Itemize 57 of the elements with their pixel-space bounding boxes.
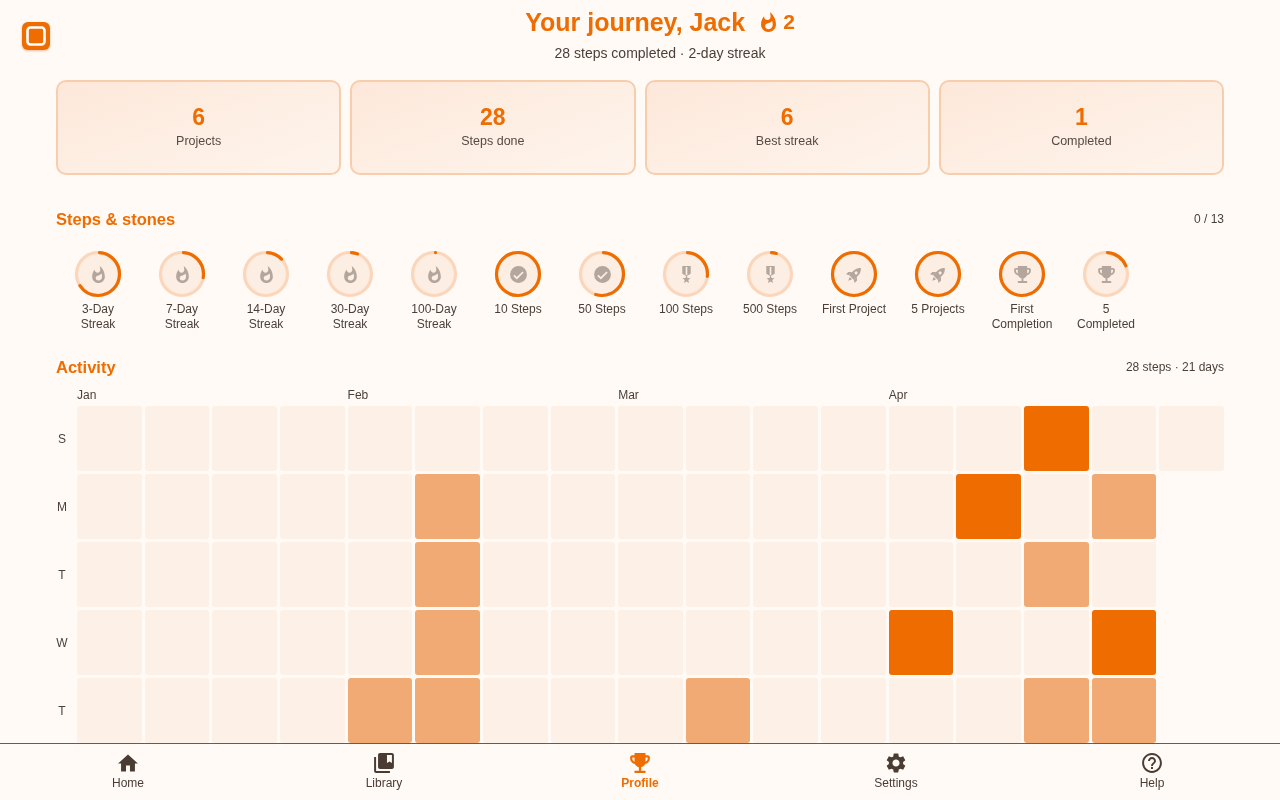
stat-label: Best streak: [755, 133, 819, 149]
weekday-label: T: [58, 702, 66, 719]
flame-icon: [341, 265, 359, 283]
achievement-count: 0 / 13: [1193, 211, 1224, 227]
flame-icon: [761, 12, 777, 32]
section-title: Steps & stones: [56, 209, 176, 229]
nav-tab[interactable]: Help: [1107, 744, 1197, 800]
stat-value: 6: [780, 104, 794, 130]
badge-label: 5 Completed: [1076, 302, 1136, 332]
nav-tab[interactable]: Library: [339, 744, 429, 800]
stat-value: 6: [192, 104, 205, 130]
badge-label: First Project: [822, 302, 886, 317]
flame-icon: [425, 265, 443, 283]
stat-value: 28: [480, 104, 506, 130]
stat-value: 1: [1074, 104, 1088, 130]
stat-label: Steps done: [461, 133, 525, 149]
badge-label: 14-Day Streak: [245, 302, 287, 332]
badge-label: 30-Day Streak: [329, 302, 371, 332]
badge-label: 100 Steps: [658, 302, 713, 317]
month-label: Apr: [888, 387, 908, 403]
flame-icon: [173, 265, 191, 283]
stat-label: Projects: [176, 133, 222, 149]
section-title: Activity: [56, 357, 116, 377]
trophy-icon: [1013, 265, 1031, 283]
badge-label: 100-Day Streak: [410, 302, 458, 332]
page-title: Your journey, Jack: [525, 7, 746, 38]
home-icon: [118, 753, 138, 773]
flame-icon: [257, 265, 275, 283]
nav-tab[interactable]: Settings: [851, 744, 941, 800]
page-subtitle: 28 steps completed · 2-day streak: [554, 44, 766, 63]
badge-label: First Completion: [990, 302, 1054, 332]
badge-label: 10 Steps: [494, 302, 542, 317]
weekday-label: S: [58, 430, 66, 447]
settings-icon: [886, 753, 906, 773]
rocket-icon: [845, 265, 863, 283]
weekday-label: T: [58, 566, 66, 583]
stat-label: Completed: [1051, 133, 1112, 149]
badge-label: 5 Projects: [911, 302, 965, 317]
trophy-icon: [1097, 265, 1115, 283]
badge-label: 500 Steps: [742, 302, 797, 317]
activity-summary: 28 steps · 21 days: [1125, 359, 1224, 375]
badge-label: 7-Day Streak: [163, 302, 201, 332]
badge-label: 50 Steps: [578, 302, 626, 317]
books-icon: [374, 753, 394, 773]
flame-icon: [89, 265, 107, 283]
rocket-icon: [929, 265, 947, 283]
weekday-label: M: [57, 498, 67, 515]
nav-tab[interactable]: Home: [83, 744, 173, 800]
weekday-label: W: [56, 634, 68, 651]
badge-label: 3-Day Streak: [79, 302, 117, 332]
square-logo-icon: [22, 22, 50, 50]
month-label: Feb: [347, 387, 369, 403]
trophy-icon: [630, 753, 650, 773]
month-label: Jan: [77, 387, 97, 403]
streak-count: 2: [783, 9, 795, 35]
month-label: Mar: [618, 387, 639, 403]
help-icon: [1142, 753, 1162, 773]
